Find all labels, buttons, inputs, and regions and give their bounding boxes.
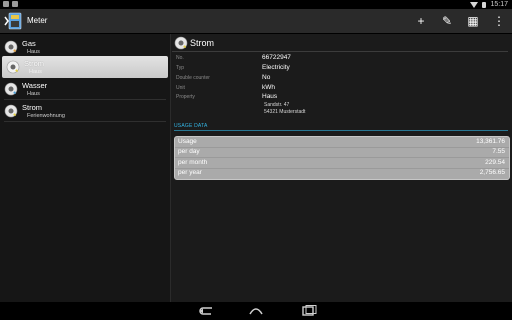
add-icon: + [417,14,425,28]
property-value: Electricity [262,64,290,71]
meter-property: Ferienwohnung [27,113,65,119]
notification-icons [3,1,18,7]
usage-label: per year [178,169,202,176]
recent-apps-icon[interactable] [298,305,318,317]
meter-list: Gas Haus Strom Haus Wasser Haus Strom Fe… [0,34,170,302]
divider [4,121,166,122]
clock: 15:17 [490,1,508,8]
meter-name: Strom [24,59,45,68]
edit-button[interactable]: ✎ [440,12,454,30]
home-icon[interactable] [246,305,266,317]
meter-gauge-icon [174,36,188,50]
meter-detail: Strom No. 66722947 Typ Electricity Doubl… [172,34,512,302]
meter-property: Haus [27,49,40,55]
action-buttons: + ✎ ▦ ⋮ [414,12,506,30]
property-label: Unit [176,85,185,91]
overflow-icon: ⋮ [493,14,505,28]
property-label: Property [176,94,195,100]
gallery-icon [12,1,18,7]
meter-gauge-icon [4,40,18,54]
battery-icon [482,1,487,8]
property-value: kWh [262,84,275,91]
address-line: Sandstr. 47 [264,102,290,108]
usage-label: per month [178,159,208,166]
wifi-icon [470,1,479,8]
pane-divider [170,34,171,302]
navigation-bar [0,302,512,320]
calculator-button[interactable]: ▦ [466,12,480,30]
usage-section-heading: USAGE DATA [174,123,208,129]
property-value: 66722947 [262,54,291,61]
usage-value: 7.55 [492,148,505,155]
meter-name: Wasser [22,81,48,90]
property-label: Double counter [176,75,210,81]
meter-list-item[interactable]: Gas Haus [0,36,170,58]
usage-label: Usage [178,138,197,145]
detail-title: Strom [190,38,215,48]
property-label: Typ [176,65,185,71]
property-value: No [262,74,271,81]
meter-gauge-icon [4,104,18,118]
usage-row: per year 2,756.65 [175,168,509,178]
meter-list-item[interactable]: Strom Ferienwohnung [0,100,170,122]
edit-icon: ✎ [441,14,453,28]
usage-table: Usage 13,361.76 per day 7.55 per month 2… [174,136,510,180]
back-icon[interactable] [196,305,216,317]
meter-gauge-icon [4,82,18,96]
usage-section-divider [174,130,508,131]
address-line: 54321 Musterstadt [264,109,306,115]
usage-value: 229.54 [485,159,505,166]
property-value: Haus [262,93,278,100]
meter-list-item-selected[interactable]: Strom Haus [2,56,168,78]
notification-icon [3,1,9,7]
calculator-icon: ▦ [467,14,479,28]
meter-property: Haus [29,69,42,75]
usage-label: per day [178,148,200,155]
usage-value: 2,756.65 [479,169,505,176]
title-divider [172,51,508,52]
usage-row: per day 7.55 [175,147,509,158]
meter-list-item[interactable]: Wasser Haus [0,78,170,100]
app-logo-icon[interactable] [4,11,24,31]
status-bar: 15:17 [0,0,512,9]
meter-name: Strom [22,103,43,112]
add-button[interactable]: + [414,12,428,30]
status-indicators: 15:17 [470,0,508,9]
app-title: Meter [27,16,48,25]
meter-property: Haus [27,91,40,97]
overflow-menu-button[interactable]: ⋮ [492,12,506,30]
property-label: No. [176,55,184,61]
usage-value: 13,361.76 [476,138,505,145]
action-bar: Meter + ✎ ▦ ⋮ [0,9,512,34]
meter-name: Gas [22,39,36,48]
meter-gauge-icon [6,60,20,74]
